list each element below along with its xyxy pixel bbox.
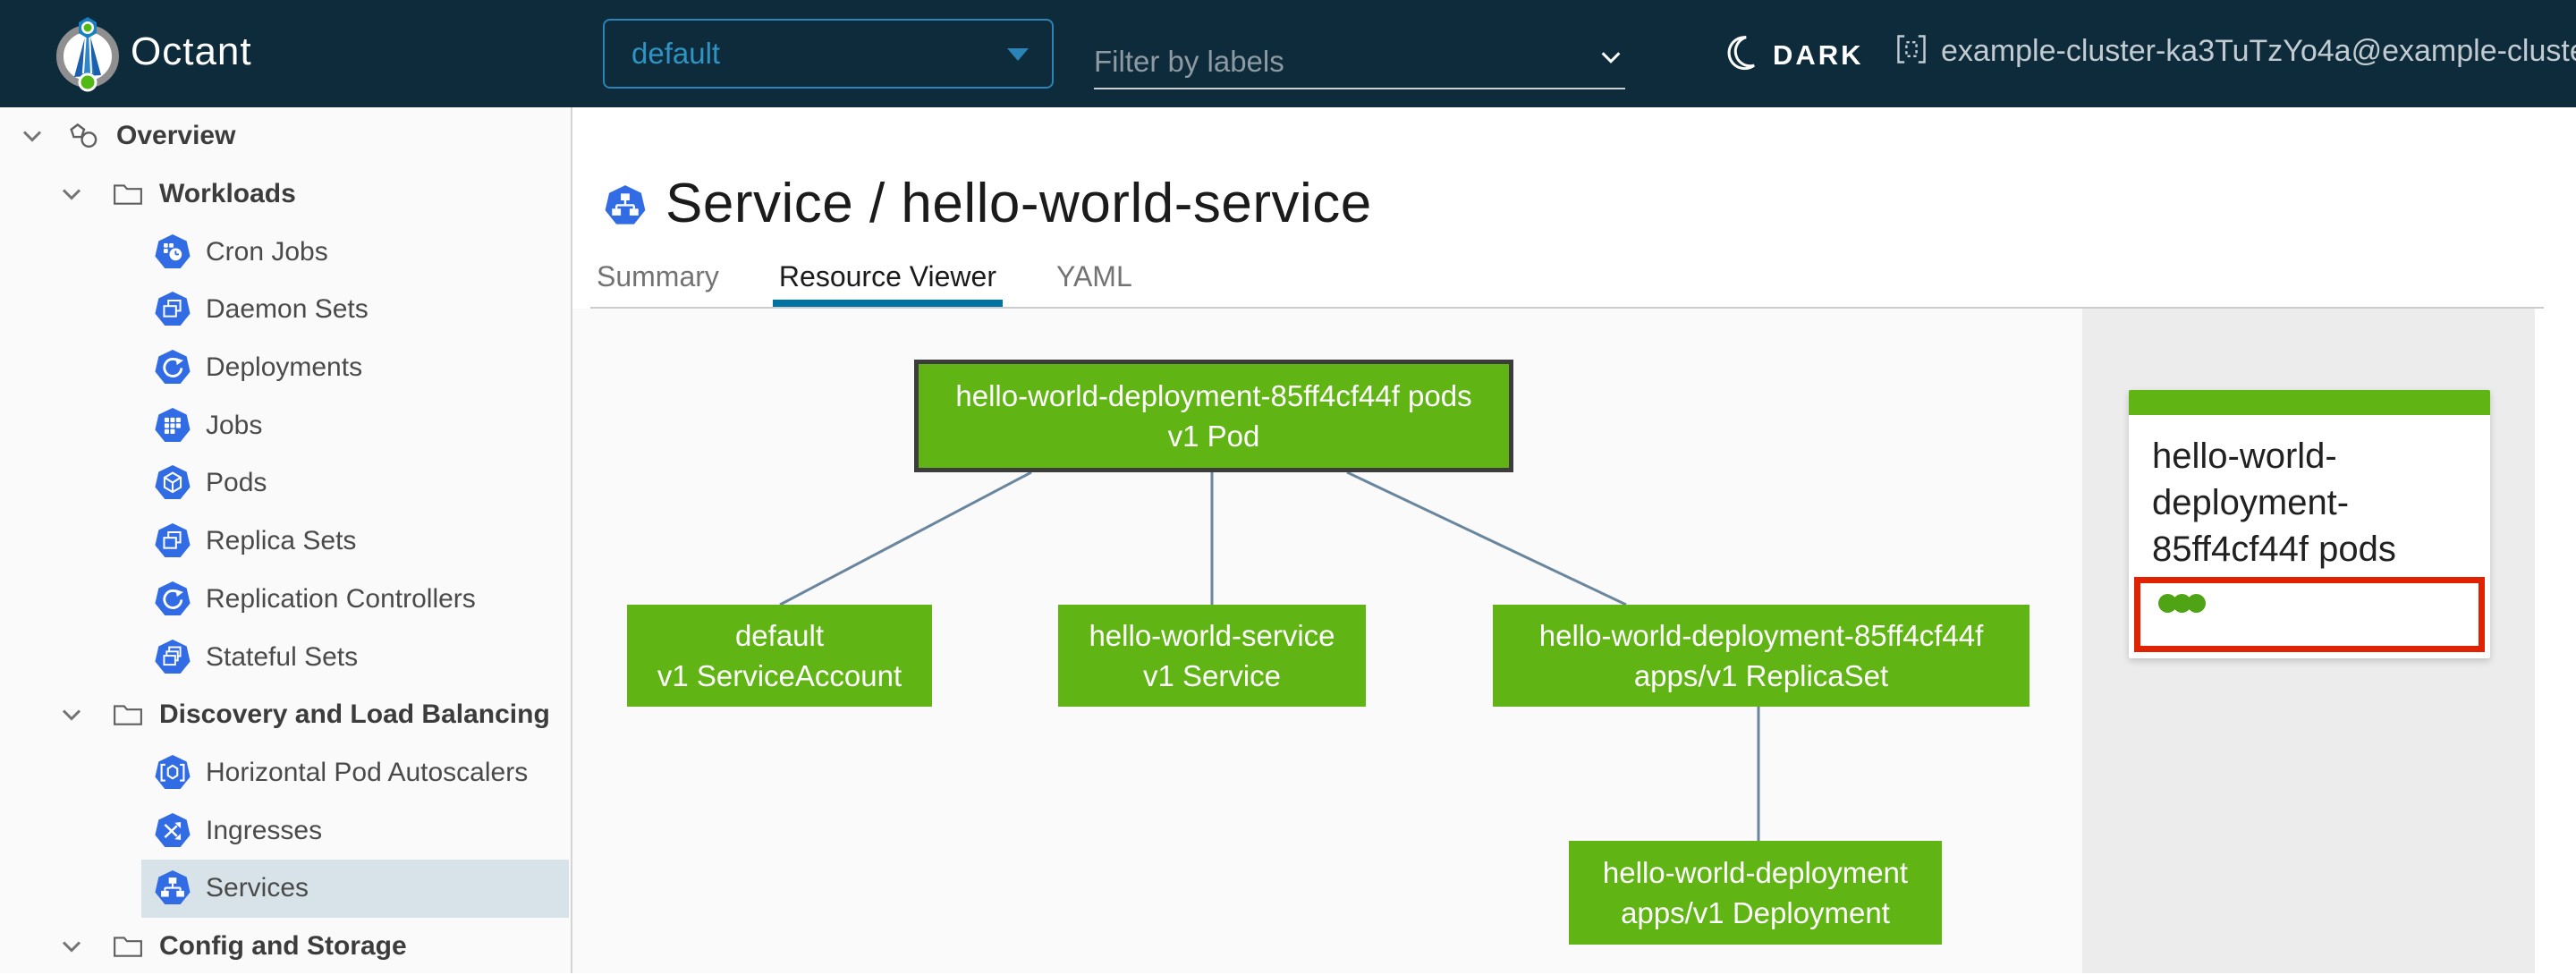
node-label-line: v1 ServiceAccount — [657, 656, 902, 696]
chevron-down-icon[interactable] — [55, 701, 88, 728]
hpa-icon — [154, 754, 191, 792]
sidebar-item-label: Daemon Sets — [206, 294, 369, 325]
pod-status-highlight — [2134, 577, 2485, 652]
sidebar-item-ingresses[interactable]: Ingresses — [0, 801, 571, 860]
sidebar-item-label: Jobs — [206, 411, 262, 441]
pod-status-dots — [2140, 583, 2479, 613]
label-filter — [1094, 30, 1625, 89]
sidebar-item-replica-sets[interactable]: Replica Sets — [0, 513, 571, 571]
sidebar-item-label: Replica Sets — [206, 526, 356, 556]
sidebar-item-label: Ingresses — [206, 816, 322, 846]
sidebar-item-label: Overview — [116, 121, 235, 151]
sidebar-item-stateful-sets[interactable]: Stateful Sets — [0, 628, 571, 686]
replicationcontroller-icon — [154, 581, 191, 618]
deployment-icon — [154, 349, 191, 386]
dark-theme-label: DARK — [1773, 39, 1864, 72]
node-label-line: hello-world-deployment-85ff4cf44f pods — [955, 376, 1471, 416]
caret-down-icon — [1007, 48, 1029, 61]
graph-node-deployment[interactable]: hello-world-deploymentapps/v1 Deployment — [1569, 841, 1942, 945]
service-icon — [154, 869, 191, 907]
graph-node-pod[interactable]: hello-world-deployment-85ff4cf44f podsv1… — [914, 360, 1513, 472]
tab-summary[interactable]: Summary — [590, 253, 725, 307]
tab-resource-viewer[interactable]: Resource Viewer — [773, 253, 1003, 307]
node-label-line: apps/v1 Deployment — [1621, 893, 1890, 933]
card-title: hello-world-deployment-85ff4cf44f pods — [2129, 415, 2490, 572]
job-icon — [154, 407, 191, 445]
ingress-icon — [154, 812, 191, 850]
sidebar-item-deployments[interactable]: Deployments — [0, 339, 571, 397]
sidebar-item-label: Stateful Sets — [206, 642, 358, 673]
label-filter-input[interactable] — [1094, 45, 1577, 79]
chevron-down-icon[interactable] — [16, 123, 48, 149]
sidebar-item-discovery-and-load-balancing[interactable]: Discovery and Load Balancing — [0, 686, 571, 744]
chevron-down-icon[interactable] — [55, 181, 88, 208]
sidebar-item-label: Workloads — [159, 179, 296, 209]
node-label-line: v1 Service — [1143, 656, 1281, 696]
folder-icon — [113, 934, 143, 959]
cluster-icon — [1894, 32, 1928, 71]
sidebar-item-overview[interactable]: Overview — [0, 107, 571, 165]
sidebar-item-label: Replication Controllers — [206, 584, 476, 615]
sidebar-item-horizontal-pod-autoscalers[interactable]: Horizontal Pod Autoscalers — [0, 744, 571, 802]
node-label-line: default — [735, 615, 824, 656]
node-label-line: v1 Pod — [1168, 416, 1260, 456]
sidebar-item-label: Pods — [206, 468, 267, 498]
pod-status-dot[interactable] — [2187, 594, 2206, 613]
sidebar-item-cron-jobs[interactable]: Cron Jobs — [0, 223, 571, 281]
card-status-accent — [2129, 390, 2490, 415]
sidebar-item-label: Deployments — [206, 352, 362, 383]
node-label-line: hello-world-deployment — [1603, 852, 1908, 893]
statefulset-icon — [154, 639, 191, 676]
page-title: Service / hello-world-service — [665, 172, 1372, 235]
sidebar-item-config-and-storage[interactable]: Config and Storage — [0, 918, 571, 975]
replicaset-icon — [154, 522, 191, 560]
service-icon — [604, 184, 647, 232]
objects-icon — [68, 123, 100, 150]
cronjob-icon — [154, 233, 191, 271]
sidebar-item-pods[interactable]: Pods — [0, 454, 571, 513]
node-label-line: hello-world-deployment-85ff4cf44f — [1539, 615, 1984, 656]
sidebar-item-label: Discovery and Load Balancing — [159, 699, 550, 730]
sidebar-item-label: Services — [206, 873, 309, 903]
selected-resource-card[interactable]: hello-world-deployment-85ff4cf44f pods — [2129, 390, 2490, 658]
sidebar-item-label: Cron Jobs — [206, 237, 328, 267]
folder-icon — [113, 702, 143, 727]
sidebar-item-daemon-sets[interactable]: Daemon Sets — [0, 281, 571, 339]
chevron-down-icon[interactable] — [55, 933, 88, 960]
graph-node-serviceaccount[interactable]: defaultv1 ServiceAccount — [627, 605, 932, 707]
daemonset-icon — [154, 291, 191, 328]
tab-yaml[interactable]: YAML — [1050, 253, 1139, 307]
moon-icon — [1726, 34, 1764, 76]
app-header: Octant default DARK example-cluster-ka3T… — [0, 0, 2576, 107]
sidebar-item-replication-controllers[interactable]: Replication Controllers — [0, 571, 571, 629]
sidebar-navigation: Overview Workloads Cron Jobs Daemon Sets Dep… — [0, 107, 572, 973]
cluster-selector[interactable]: example-cluster-ka3TuTzYo4a@example-clus… — [1894, 32, 2576, 71]
graph-node-replicaset[interactable]: hello-world-deployment-85ff4cf44fapps/v1… — [1493, 605, 2029, 707]
node-label-line: apps/v1 ReplicaSet — [1634, 656, 1888, 696]
chevron-down-icon[interactable] — [1597, 43, 1625, 76]
tab-bar: Summary Resource Viewer YAML — [590, 253, 1186, 307]
sidebar-item-label: Horizontal Pod Autoscalers — [206, 758, 528, 788]
pod-icon — [154, 464, 191, 502]
namespace-dropdown-value: default — [631, 21, 720, 87]
graph-node-service[interactable]: hello-world-servicev1 Service — [1058, 605, 1366, 707]
app-title: Octant — [131, 30, 252, 74]
octant-logo-icon — [47, 13, 129, 95]
cluster-context-label: example-cluster-ka3TuTzYo4a@example-clus… — [1941, 34, 2576, 69]
namespace-dropdown[interactable]: default — [603, 19, 1054, 89]
sidebar-item-jobs[interactable]: Jobs — [0, 396, 571, 454]
folder-icon — [113, 182, 143, 207]
sidebar-item-label: Config and Storage — [159, 931, 407, 962]
node-label-line: hello-world-service — [1089, 615, 1335, 656]
sidebar-item-workloads[interactable]: Workloads — [0, 165, 571, 224]
sidebar-item-services[interactable]: Services — [0, 860, 571, 918]
dark-theme-toggle[interactable]: DARK — [1726, 34, 1864, 76]
